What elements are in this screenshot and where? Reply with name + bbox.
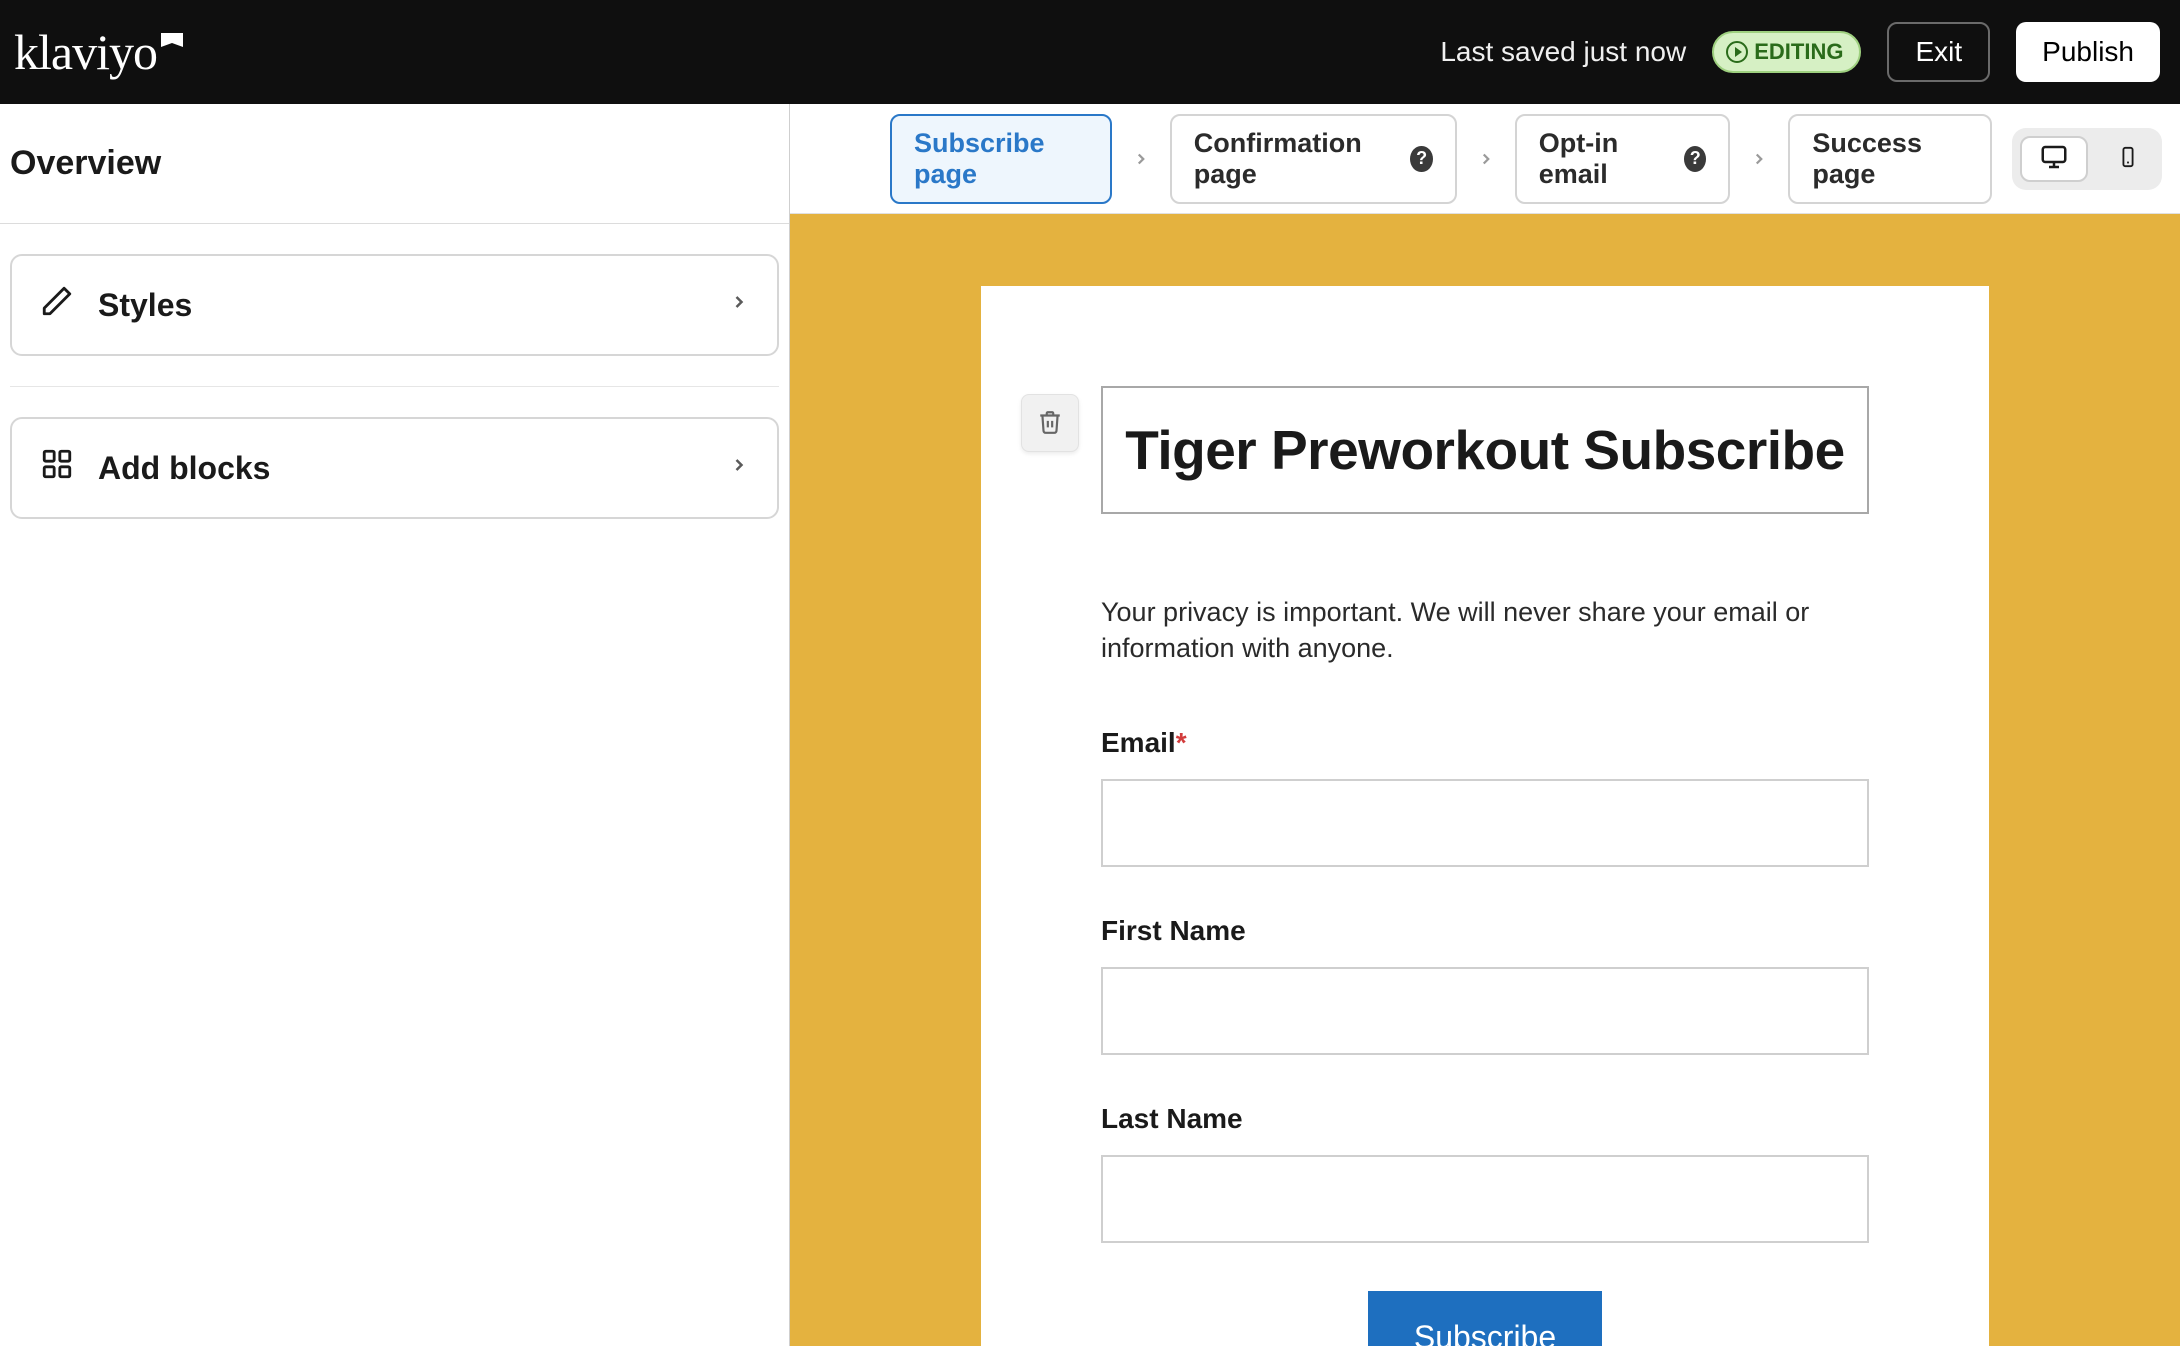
preview-stage: Tiger Preworkout Subscribe Your privacy … [790,214,2180,1346]
desktop-icon [2039,142,2069,175]
brand-text: klaviyo [14,23,157,81]
mobile-icon [2117,142,2139,175]
email-label: Email* [1101,727,1869,759]
mobile-preview-button[interactable] [2102,136,2154,182]
status-badge-label: EDITING [1754,39,1843,65]
publish-button[interactable]: Publish [2016,22,2160,82]
desktop-preview-button[interactable] [2020,136,2088,182]
play-circle-icon [1726,41,1748,63]
first-name-label: First Name [1101,915,1869,947]
chevron-right-icon [1477,146,1495,172]
email-label-text: Email [1101,727,1176,758]
last-saved-text: Last saved just now [1440,36,1686,68]
last-name-input[interactable] [1101,1155,1869,1243]
privacy-text: Your privacy is important. We will never… [1101,594,1869,667]
canvas-area: Subscribe page Confirmation page ? Opt-i… [790,104,2180,1346]
step-label: Success page [1812,128,1968,190]
step-optin-email[interactable]: Opt-in email ? [1515,114,1731,204]
required-star: * [1176,727,1187,758]
sidebar-title: Overview [0,104,789,223]
trash-icon [1037,409,1063,438]
step-label: Confirmation page [1194,128,1399,190]
add-blocks-label: Add blocks [98,450,270,487]
delete-block-button[interactable] [1021,394,1079,452]
status-badge: EDITING [1712,31,1861,73]
chevron-right-icon [729,287,749,324]
app-header: klaviyo Last saved just now EDITING Exit… [0,0,2180,104]
panel-separator [10,386,779,387]
help-icon[interactable]: ? [1684,146,1706,172]
form-title: Tiger Preworkout Subscribe [1123,418,1847,482]
header-right: Last saved just now EDITING Exit Publish [1440,22,2160,82]
pencil-icon [40,284,74,326]
add-blocks-panel-button[interactable]: Add blocks [10,417,779,519]
chevron-right-icon [729,450,749,487]
brand-flag-icon [161,9,183,67]
step-label: Subscribe page [914,128,1088,190]
last-name-field-group: Last Name [1101,1103,1869,1243]
email-input[interactable] [1101,779,1869,867]
main-layout: Overview Styles [0,104,2180,1346]
exit-button[interactable]: Exit [1887,22,1990,82]
title-block[interactable]: Tiger Preworkout Subscribe [1101,386,1869,514]
chevron-right-icon [1132,146,1150,172]
first-name-field-group: First Name [1101,915,1869,1055]
last-name-label: Last Name [1101,1103,1869,1135]
styles-label: Styles [98,287,192,324]
subscribe-button[interactable]: Subscribe [1368,1291,1602,1346]
step-confirmation-page[interactable]: Confirmation page ? [1170,114,1457,204]
title-block-container[interactable]: Tiger Preworkout Subscribe [1101,386,1869,514]
chevron-right-icon [1750,146,1768,172]
step-bar: Subscribe page Confirmation page ? Opt-i… [790,104,2180,214]
step-success-page[interactable]: Success page [1788,114,1992,204]
form-card: Tiger Preworkout Subscribe Your privacy … [981,286,1989,1346]
styles-panel-button[interactable]: Styles [10,254,779,356]
brand-logo: klaviyo [14,23,183,81]
sidebar: Overview Styles [0,104,790,1346]
help-icon[interactable]: ? [1410,146,1432,172]
blocks-grid-icon [40,447,74,489]
email-field-group: Email* [1101,727,1869,867]
step-label: Opt-in email [1539,128,1672,190]
device-toggle [2012,128,2162,190]
first-name-input[interactable] [1101,967,1869,1055]
step-subscribe-page[interactable]: Subscribe page [890,114,1112,204]
